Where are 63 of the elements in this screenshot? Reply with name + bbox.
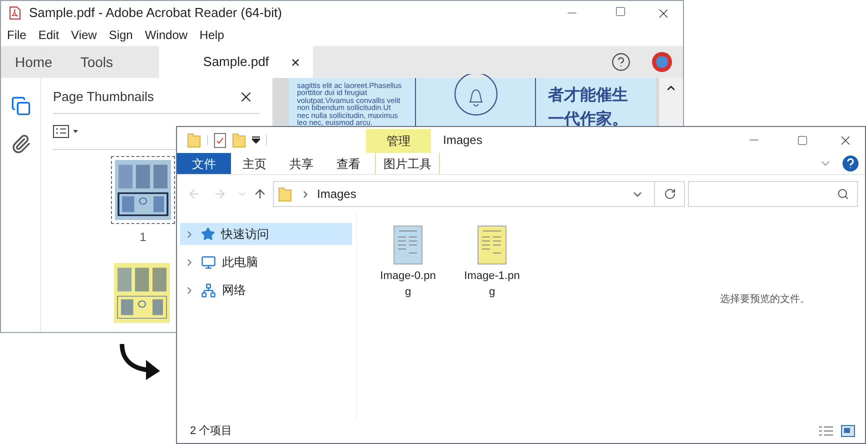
menu-item[interactable]: Sign [108, 26, 133, 44]
help-icon[interactable] [842, 155, 859, 172]
help-icon[interactable] [611, 52, 631, 72]
monitor-icon [201, 254, 216, 270]
tab[interactable]: Sample.pdf [159, 46, 314, 78]
ribbon-tab[interactable]: 文件 [177, 153, 231, 174]
maximize-icon[interactable] [615, 6, 626, 16]
large-icons-view-icon[interactable] [841, 425, 855, 437]
maximize-icon[interactable] [797, 134, 808, 146]
menu-item[interactable]: Edit [38, 26, 60, 44]
network-icon [201, 282, 216, 298]
avatar-icon[interactable] [651, 51, 673, 73]
menu-item[interactable]: File [7, 26, 26, 44]
pdf-icon [9, 6, 21, 20]
ribbon-tab[interactable]: 共享 [278, 153, 325, 174]
up-icon[interactable] [253, 187, 267, 201]
attachment-icon[interactable] [10, 134, 30, 154]
path-segment[interactable]: Images [317, 185, 356, 203]
thumbnail-frame[interactable] [111, 156, 175, 224]
image-file-icon [477, 225, 507, 265]
tab[interactable]: Tools [66, 46, 128, 78]
folder-icon [278, 186, 292, 202]
ribbon-tab[interactable]: 查看 [325, 153, 372, 174]
context-tab[interactable]: 管理 [366, 129, 431, 153]
panel-title: Page Thumbnails [53, 88, 154, 106]
thumbnail-frame[interactable] [111, 260, 173, 326]
nav-item[interactable]: 网络 [180, 279, 352, 301]
star-icon [201, 227, 215, 241]
window-title: Images [443, 132, 482, 149]
ribbon-tab[interactable]: 主页 [231, 153, 278, 174]
window-title: Sample.pdf - Adobe Acrobat Reader (64-bit) [29, 4, 282, 22]
image-file[interactable]: Image-1.png [461, 225, 523, 300]
details-view-icon[interactable] [819, 426, 833, 436]
file-name: Image-1.png [464, 269, 520, 300]
menu-item[interactable]: Window [144, 26, 188, 44]
status-text: 2 个项目 [190, 424, 232, 439]
tab[interactable]: Home [1, 46, 66, 78]
menu-item[interactable]: View [71, 26, 97, 44]
page-heading: 者才能催生 一代作家。 [548, 86, 629, 130]
dropdown-icon[interactable] [252, 136, 260, 144]
curved-arrow-icon [118, 342, 162, 380]
properties-icon[interactable] [214, 132, 226, 148]
refresh-icon [664, 188, 676, 200]
image-file-icon [393, 225, 423, 265]
options-icon[interactable] [53, 124, 79, 138]
nav-label: 快速访问 [221, 226, 269, 243]
search-field[interactable] [688, 181, 858, 207]
page-number: 1 [140, 229, 146, 246]
address-bar[interactable]: Images [273, 181, 685, 207]
image-file[interactable]: Image-0.png [377, 225, 439, 300]
folder-icon [187, 132, 201, 148]
close-tab-icon[interactable] [290, 56, 302, 68]
nav-label: 此电脑 [222, 254, 258, 271]
preview-hint: 选择要预览的文件。 [720, 292, 810, 306]
file-name: Image-0.png [380, 269, 436, 300]
search-icon [837, 188, 849, 200]
pages-icon[interactable] [10, 96, 30, 116]
nav-item[interactable]: 快速访问 [180, 223, 352, 245]
menu-item[interactable]: Help [200, 26, 224, 44]
nav-item[interactable]: 此电脑 [180, 251, 352, 273]
nav-label: 网络 [222, 282, 246, 299]
ribbon-tab[interactable]: 图片工具 [375, 153, 440, 174]
new-folder-icon [232, 132, 246, 148]
